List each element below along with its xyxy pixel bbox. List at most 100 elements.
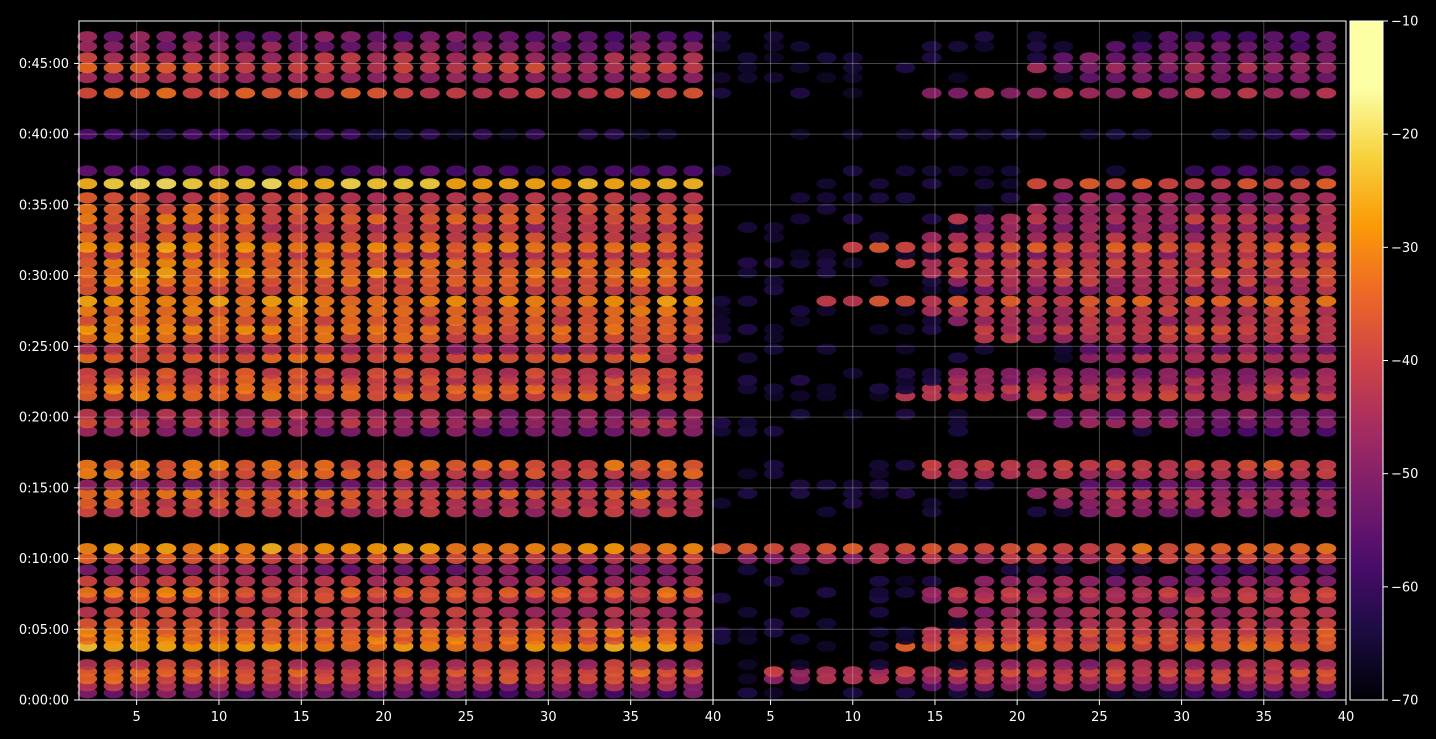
heatmap-cell: [711, 72, 732, 84]
heatmap-cell: [1263, 72, 1284, 84]
heatmap-cell: [895, 575, 916, 587]
heatmap-cell: [1316, 41, 1337, 52]
heatmap-cell: [683, 479, 704, 491]
heatmap-cell: [683, 575, 704, 587]
heatmap-cell: [1263, 459, 1284, 471]
heatmap-cell: [948, 165, 968, 177]
heatmap-cell: [816, 479, 837, 491]
heatmap-cell: [763, 31, 784, 43]
heatmap-cell: [711, 497, 732, 509]
heatmap-cell: [1105, 459, 1126, 471]
heatmap-cell: [683, 213, 704, 225]
heatmap-cell: [103, 192, 124, 204]
heatmap-cell: [948, 257, 968, 269]
heatmap-cell: [103, 41, 124, 52]
heatmap-cell: [419, 87, 440, 99]
heatmap-cell: [314, 31, 335, 43]
heatmap-cell: [1026, 575, 1047, 587]
heatmap-cell: [393, 408, 414, 420]
heatmap-cell: [1158, 213, 1179, 225]
heatmap-cell: [235, 178, 256, 190]
colorbar-tick-label: −10: [1391, 15, 1418, 30]
heatmap-cell: [261, 241, 282, 253]
heatmap-cell: [1316, 52, 1337, 64]
heatmap-cell: [895, 459, 916, 471]
heatmap-cell: [711, 305, 732, 317]
heatmap-cell: [77, 295, 98, 307]
heatmap-cell: [921, 267, 942, 279]
heatmap-cell: [1237, 192, 1258, 204]
heatmap-cell: [1184, 178, 1205, 190]
heatmap-cell: [737, 72, 758, 84]
heatmap-cell: [1211, 408, 1231, 420]
y-tick-label: 0:00:00: [19, 694, 69, 709]
heatmap-cell: [816, 666, 837, 678]
heatmap-cell: [182, 459, 203, 471]
heatmap-cell: [869, 323, 890, 335]
heatmap-cell: [1184, 41, 1205, 52]
heatmap-cell: [314, 606, 335, 618]
heatmap-cell: [288, 165, 308, 177]
heatmap-cell: [156, 315, 177, 327]
heatmap-cell: [77, 618, 98, 630]
heatmap-cell: [1211, 295, 1231, 307]
heatmap-cell: [1026, 41, 1047, 52]
heatmap-cell: [156, 367, 177, 379]
heatmap-cell: [340, 497, 361, 509]
heatmap-cell: [1316, 408, 1337, 420]
heatmap-cell: [1237, 295, 1258, 307]
heatmap-cell: [156, 52, 177, 64]
heatmap-cell: [1026, 305, 1047, 317]
heatmap-cell: [498, 87, 519, 99]
heatmap-cell: [261, 31, 282, 43]
heatmap-cell: [895, 687, 916, 699]
heatmap-cell: [630, 497, 651, 509]
heatmap-cell: [974, 343, 995, 355]
heatmap-cell: [472, 587, 493, 598]
heatmap-cell: [1263, 231, 1284, 243]
heatmap-cell: [921, 178, 942, 190]
heatmap-cell: [630, 305, 651, 317]
heatmap-cell: [525, 606, 546, 618]
heatmap-cell: [1290, 31, 1310, 43]
heatmap-cell: [604, 87, 625, 99]
heatmap-cell: [446, 165, 467, 177]
heatmap-cell: [525, 459, 546, 471]
heatmap-cell: [1237, 305, 1258, 317]
heatmap-cell: [1158, 587, 1179, 598]
heatmap-cell: [1290, 87, 1310, 99]
heatmap-cell: [1026, 587, 1047, 598]
heatmap-cell: [340, 587, 361, 598]
heatmap-cell: [1053, 497, 1074, 509]
heatmap-cell: [1026, 459, 1047, 471]
heatmap-cell: [525, 618, 546, 630]
heatmap-cell: [446, 41, 467, 52]
heatmap-cell: [1053, 87, 1074, 99]
heatmap-cell: [340, 41, 361, 52]
heatmap-cell: [683, 241, 704, 253]
heatmap-cell: [103, 178, 124, 190]
heatmap-cell: [869, 479, 890, 491]
heatmap-cell: [235, 241, 256, 253]
heatmap-cell: [235, 659, 256, 671]
heatmap-cell: [103, 479, 124, 491]
heatmap-cell: [156, 587, 177, 598]
heatmap-cell: [235, 618, 256, 630]
heatmap-cell: [261, 52, 282, 64]
heatmap-cell: [525, 564, 546, 576]
colorbar: [1349, 20, 1384, 701]
heatmap-cell: [577, 295, 598, 307]
heatmap-cell: [1211, 305, 1231, 317]
heatmap-cell: [77, 315, 98, 327]
heatmap-cell: [656, 606, 677, 618]
heatmap-cell: [1053, 543, 1074, 555]
heatmap-cell: [921, 241, 942, 253]
heatmap-cell: [77, 41, 98, 52]
heatmap-cell: [1263, 165, 1284, 177]
heatmap-cell: [656, 497, 677, 509]
heatmap-cell: [895, 165, 916, 177]
heatmap-cell: [446, 564, 467, 576]
heatmap-cell: [182, 564, 203, 576]
heatmap-cell: [182, 367, 203, 379]
heatmap-cell: [737, 564, 758, 576]
